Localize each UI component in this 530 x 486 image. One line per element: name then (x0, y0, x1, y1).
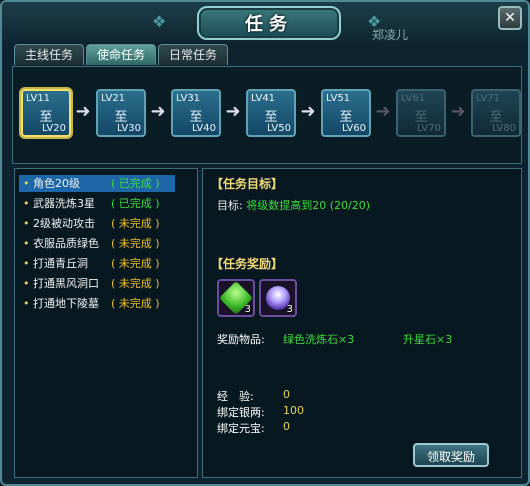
target-label: 目标: (217, 199, 243, 212)
tab-daily-quest[interactable]: 日常任务 (158, 44, 229, 65)
bullet-icon: • (23, 197, 30, 210)
quest-status: ( 已完成 ) (111, 177, 160, 190)
level-start-label: LV41 (251, 93, 276, 104)
level-end-label: LV40 (191, 123, 216, 134)
bullet-icon: • (23, 277, 30, 290)
level-start-label: LV21 (101, 93, 126, 104)
exp-label: 经 验: (217, 390, 254, 403)
level-stage[interactable]: LV41 至 LV50 (246, 89, 296, 137)
level-start-label: LV11 (26, 93, 51, 104)
title-plate: 任务 (197, 6, 341, 40)
tab-mission-quest[interactable]: 使命任务 (86, 44, 157, 65)
quest-list: • 角色20级( 已完成 ) • 武器洗炼3星( 已完成 ) • 2级被动攻击( 未完成 … (14, 168, 198, 478)
quest-list-item[interactable]: • 打通黑风洞口 ( 未完成 ) (19, 275, 175, 292)
exp-value: 0 (283, 388, 290, 401)
quest-name: 打通青丘洞 (33, 257, 88, 270)
quest-detail: 【任务目标】 目标: 将级数提高到20 (20/20) 【任务奖励】 3 3 奖… (202, 168, 522, 478)
window-title: 任务 (245, 14, 293, 35)
quest-name: 角色20级 (33, 177, 80, 190)
quest-name: 衣服品质绿色 (33, 237, 99, 250)
bullet-icon: • (23, 177, 30, 190)
quest-status: ( 未完成 ) (111, 257, 160, 270)
quest-list-item[interactable]: • 衣服品质绿色 ( 未完成 ) (19, 235, 175, 252)
title-bar: ❖ 任务 ❖ 郑凌儿 ✕ (2, 2, 528, 42)
reward-item-2: 升星石×3 (403, 333, 453, 346)
arrow-right-icon: ➜ (225, 101, 241, 122)
arrow-right-icon: ➜ (150, 101, 166, 122)
quest-status: ( 未完成 ) (111, 237, 160, 250)
quest-name: 打通地下陵墓 (33, 297, 99, 310)
quest-status: ( 未完成 ) (111, 217, 160, 230)
level-end-label: LV60 (341, 123, 366, 134)
level-end-label: LV20 (41, 123, 66, 134)
quest-list-item[interactable]: • 打通青丘洞 ( 未完成 ) (19, 255, 175, 272)
target-header: 【任务目标】 (211, 177, 284, 191)
quest-status: ( 未完成 ) (111, 277, 160, 290)
level-start-label: LV31 (176, 93, 201, 104)
level-stage[interactable]: LV11 至 LV20 (21, 89, 71, 137)
level-stage[interactable]: LV61 至 LV70 (396, 89, 446, 137)
reward-header: 【任务奖励】 (211, 257, 284, 271)
level-progress-track: LV11 至 LV20 ➜ LV21 至 LV30 ➜ LV31 至 LV40 ➜ LV41 至 LV50 ➜… (12, 66, 522, 164)
level-start-label: LV51 (326, 93, 351, 104)
quest-list-item[interactable]: • 打通地下陵墓 ( 未完成 ) (19, 295, 175, 312)
silver-value: 100 (283, 404, 304, 417)
level-end-label: LV30 (116, 123, 141, 134)
close-button[interactable]: ✕ (498, 6, 522, 30)
item-count: 3 (286, 304, 293, 315)
level-end-label: LV70 (416, 123, 441, 134)
tab-bar: 主线任务 使命任务 日常任务 (14, 44, 230, 66)
quest-status: ( 未完成 ) (111, 297, 160, 310)
quest-name: 2级被动攻击 (33, 217, 95, 230)
quest-status: ( 已完成 ) (111, 197, 160, 210)
quest-window: ❖ 任务 ❖ 郑凌儿 ✕ 主线任务 使命任务 日常任务 LV11 至 LV20 ➜ LV… (0, 0, 530, 486)
level-stage[interactable]: LV31 至 LV40 (171, 89, 221, 137)
bullet-icon: • (23, 257, 30, 270)
arrow-right-icon: ➜ (450, 101, 466, 122)
background-label: 郑凌儿 (372, 28, 409, 42)
bullet-icon: • (23, 297, 30, 310)
yuanbao-value: 0 (283, 420, 290, 433)
close-icon: ✕ (504, 10, 516, 26)
tab-main-quest[interactable]: 主线任务 (14, 44, 85, 65)
bullet-icon: • (23, 237, 30, 250)
level-end-label: LV50 (266, 123, 291, 134)
quest-list-item[interactable]: • 角色20级 ( 已完成 ) (19, 175, 175, 192)
level-start-label: LV61 (401, 93, 426, 104)
reward-slot-star-stone[interactable]: 3 (259, 279, 297, 317)
level-stage[interactable]: LV71 至 LV80 (471, 89, 521, 137)
target-line: 目标: 将级数提高到20 (20/20) (217, 197, 370, 213)
target-value: 将级数提高到20 (20/20) (246, 199, 370, 212)
reward-item-1: 绿色洗炼石×3 (283, 333, 355, 346)
level-stage[interactable]: LV21 至 LV30 (96, 89, 146, 137)
quest-name: 武器洗炼3星 (33, 197, 95, 210)
arrow-right-icon: ➜ (300, 101, 316, 122)
quest-list-item[interactable]: • 武器洗炼3星 ( 已完成 ) (19, 195, 175, 212)
bullet-icon: • (23, 217, 30, 230)
yuanbao-label: 绑定元宝: (217, 422, 265, 435)
quest-name: 打通黑风洞口 (33, 277, 99, 290)
item-count: 3 (244, 304, 251, 315)
quest-list-item[interactable]: • 2级被动攻击 ( 未完成 ) (19, 215, 175, 232)
claim-reward-button[interactable]: 领取奖励 (413, 443, 489, 467)
level-end-label: LV80 (491, 123, 516, 134)
reward-slot-green-stone[interactable]: 3 (217, 279, 255, 317)
reward-items-label: 奖励物品: (217, 333, 265, 346)
level-stage[interactable]: LV51 至 LV60 (321, 89, 371, 137)
ornament-icon: ❖ (152, 12, 167, 31)
arrow-right-icon: ➜ (375, 101, 391, 122)
level-start-label: LV71 (476, 93, 501, 104)
arrow-right-icon: ➜ (75, 101, 91, 122)
silver-label: 绑定银两: (217, 406, 265, 419)
